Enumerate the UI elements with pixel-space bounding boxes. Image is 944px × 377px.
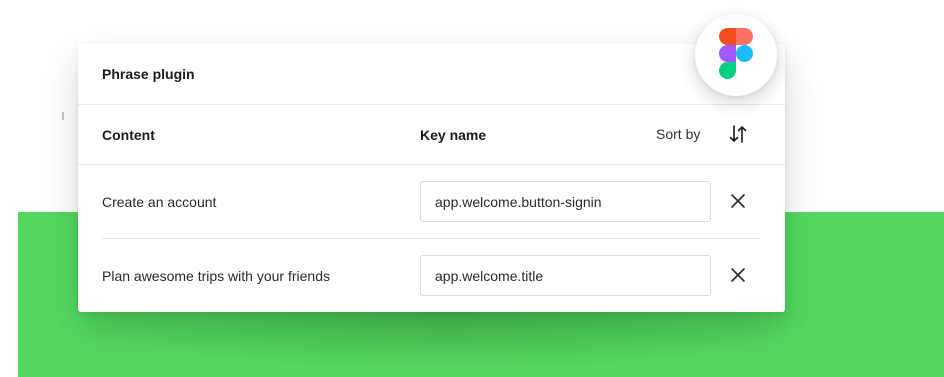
sort-by-label: Sort by	[656, 126, 701, 142]
row-content-text: Plan awesome trips with your friends	[102, 268, 330, 284]
close-icon[interactable]	[728, 191, 748, 211]
column-header-row: Content Key name Sort by	[78, 105, 785, 165]
figma-logo-icon	[719, 28, 753, 79]
column-header-key-name: Key name	[420, 127, 487, 143]
panel-header: Phrase plugin	[78, 44, 785, 105]
key-name-input[interactable]	[420, 255, 711, 296]
column-header-content: Content	[102, 127, 155, 143]
row-content-text: Create an account	[102, 194, 217, 210]
key-name-input[interactable]	[420, 181, 711, 222]
decorative-mark	[62, 112, 64, 120]
stage: Phrase plugin Content Key name Sort by C…	[0, 0, 944, 377]
figma-logo-badge	[695, 14, 777, 96]
close-icon[interactable]	[728, 265, 748, 285]
table-row: Create an account	[78, 165, 785, 239]
panel-title: Phrase plugin	[102, 66, 195, 82]
table-row: Plan awesome trips with your friends	[78, 239, 785, 313]
sort-icon[interactable]	[726, 122, 750, 146]
phrase-plugin-panel: Phrase plugin Content Key name Sort by C…	[78, 44, 785, 312]
